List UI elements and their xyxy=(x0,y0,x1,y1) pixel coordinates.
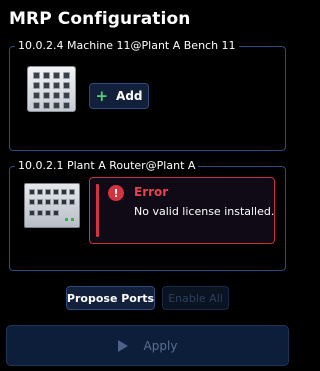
device-label: 10.0.2.1 Plant A Router@Plant A xyxy=(15,158,199,174)
port-icon xyxy=(33,102,40,109)
port-icon xyxy=(61,199,67,205)
port-icon xyxy=(37,189,43,195)
port-icon xyxy=(45,199,51,205)
status-led-icon xyxy=(71,218,74,221)
error-message: No valid license installed. xyxy=(134,205,275,218)
play-icon xyxy=(117,339,128,352)
license-error-alert: ! Error No valid license installed. xyxy=(89,177,275,244)
apply-button[interactable]: Apply xyxy=(6,325,289,366)
mrp-configuration-panel: MRP Configuration 10.0.2.4 Machine 11@Pl… xyxy=(0,0,295,371)
port-icon xyxy=(29,210,35,216)
error-title: Error xyxy=(134,185,169,199)
port-icon xyxy=(69,189,75,195)
port-icon xyxy=(69,199,75,205)
port-icon xyxy=(33,72,40,79)
port-icon xyxy=(63,72,70,79)
port-icon xyxy=(37,199,43,205)
device-group-machine: 10.0.2.4 Machine 11@Plant A Bench 11 + A… xyxy=(9,38,286,151)
page-title: MRP Configuration xyxy=(9,9,191,29)
port-icon xyxy=(53,82,60,89)
port-icon xyxy=(43,92,50,99)
port-icon xyxy=(63,102,70,109)
error-accent-bar xyxy=(96,184,99,237)
port-icon xyxy=(63,92,70,99)
port-icon xyxy=(53,72,60,79)
port-icon xyxy=(33,82,40,89)
port-icon xyxy=(43,72,50,79)
switch-device-icon xyxy=(27,66,76,112)
port-icon xyxy=(43,102,50,109)
add-button-label: Add xyxy=(116,89,143,103)
port-icon xyxy=(29,189,35,195)
status-led-icon xyxy=(65,218,68,221)
apply-button-label: Apply xyxy=(143,338,178,353)
device-label: 10.0.2.4 Machine 11@Plant A Bench 11 xyxy=(15,38,239,54)
port-icon xyxy=(53,189,59,195)
port-icon xyxy=(43,82,50,89)
add-device-button[interactable]: + Add xyxy=(89,83,149,109)
router-device-icon xyxy=(24,183,80,228)
port-icon xyxy=(53,92,60,99)
port-icon xyxy=(37,210,43,216)
exclamation-circle-icon: ! xyxy=(108,185,124,201)
port-icon xyxy=(53,199,59,205)
port-icon xyxy=(45,189,51,195)
port-icon xyxy=(53,210,59,216)
port-icon xyxy=(45,210,51,216)
port-icon xyxy=(33,92,40,99)
port-icon xyxy=(61,189,67,195)
device-group-router: 10.0.2.1 Plant A Router@Plant A ! Error … xyxy=(9,158,286,271)
port-icon xyxy=(53,102,60,109)
enable-all-button[interactable]: Enable All xyxy=(162,286,229,310)
port-icon xyxy=(63,82,70,89)
port-icon xyxy=(29,199,35,205)
plus-icon: + xyxy=(95,86,109,105)
propose-ports-button[interactable]: Propose Ports xyxy=(66,286,155,310)
